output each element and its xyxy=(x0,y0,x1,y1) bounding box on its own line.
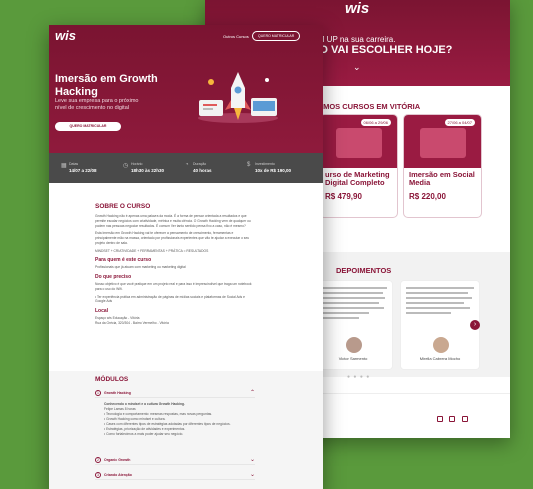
testimonial-text-lines xyxy=(406,287,474,314)
audience-text: Profissionais que já atuam com marketing… xyxy=(95,265,186,270)
module-item[interactable]: 1 Growth Hacking ⌃ xyxy=(95,389,255,398)
back-logo[interactable]: wis xyxy=(345,0,369,17)
course-title: Imersão em Social Media xyxy=(409,170,475,188)
nav-link-outros-cursos[interactable]: Outros Cursos xyxy=(223,34,249,39)
carousel-dots[interactable]: ● ● ● ● xyxy=(347,374,370,380)
hero-title: Imersão em Growth Hacking xyxy=(55,73,158,98)
timer-icon: ◔ xyxy=(185,162,189,168)
testimonial-name: Victor Sarmento xyxy=(338,356,368,361)
calendar-icon: ▦ xyxy=(61,163,67,169)
module-detail-line: • Cases com diferentes tipos de estratég… xyxy=(104,421,231,426)
location-title: Local xyxy=(95,308,109,315)
audience-title: Para quem é este curso xyxy=(95,257,152,264)
stat-duration: ◔ Duração 40 horas xyxy=(185,162,212,173)
chevron-down-icon[interactable]: ⌄ xyxy=(250,456,255,463)
avatar xyxy=(346,337,362,353)
course-card[interactable]: 06/06 a 29/06 urso de Marketing Digital … xyxy=(319,114,398,218)
stat-value: 40 horas xyxy=(193,168,212,173)
course-card-image: 27/06 a 04/07 xyxy=(404,115,481,168)
stat-label: Duração xyxy=(193,162,207,166)
testimonial-card: Mirella Cabrera Mocho xyxy=(400,280,480,370)
course-card[interactable]: 27/06 a 04/07 Imersão em Social Media R$… xyxy=(403,114,482,218)
modules-title: MÓDULOS xyxy=(95,376,129,383)
rocket-illustration-icon xyxy=(198,72,278,123)
course-title: urso de Marketing Digital Completo xyxy=(325,170,390,188)
avatar xyxy=(433,337,449,353)
instagram-icon[interactable] xyxy=(449,416,455,422)
hero-enroll-button[interactable]: QUERO MATRICULAR xyxy=(55,122,121,131)
linkedin-icon[interactable] xyxy=(462,416,468,422)
about-title: SOBRE O CURSO xyxy=(95,203,151,210)
module-number: 3 xyxy=(95,472,101,478)
stat-value: 10x de R$ 190,00 xyxy=(255,168,292,173)
testimonial-card: Victor Sarmento xyxy=(313,280,393,370)
testimonial-name: Mirella Cabrera Mocho xyxy=(419,356,461,361)
chevron-down-icon[interactable]: ⌄ xyxy=(250,471,255,478)
about-paragraph: Growth Hacking não é apenas uma palavra … xyxy=(95,214,251,228)
module-item[interactable]: 3 Criando Atenção ⌄ xyxy=(95,471,255,480)
module-number: 2 xyxy=(95,457,101,463)
requirements-title: Do que preciso xyxy=(95,274,132,281)
testimonial-text xyxy=(314,281,392,335)
testimonial-text-lines xyxy=(319,287,387,319)
requirements-item: • Ter experiência prática em administraç… xyxy=(95,294,245,304)
stat-schedule: ◷ Horário 18h30 às 22h30 xyxy=(123,162,165,173)
module-name: Growth Hacking xyxy=(104,391,131,395)
course-stats-bar: ▦ Datas 14/07 a 22/08 ◷ Horário 18h30 às… xyxy=(49,153,323,183)
courses-section-title: IMOS CURSOS EM VITÓRIA xyxy=(321,102,421,111)
next-arrow-button[interactable]: › xyxy=(470,320,480,330)
hero-subtitle: Leve sua empresa para o próximo nível de… xyxy=(55,98,139,111)
stat-investment: $ Investimento 10x de R$ 190,00 xyxy=(247,162,292,173)
module-name: Criando Atenção xyxy=(104,473,132,477)
course-about: SOBRE O CURSO Growth Hacking não é apena… xyxy=(95,203,255,329)
hero-section: wis Outros Cursos QUERO MATRICULAR Imers… xyxy=(49,25,323,153)
testimonials-title: DEPOIMENTOS xyxy=(336,266,392,275)
nav-enroll-button[interactable]: QUERO MATRICULAR xyxy=(252,31,301,41)
stat-label: Datas xyxy=(69,162,79,166)
facebook-icon[interactable] xyxy=(437,416,443,422)
course-price: R$ 479,90 xyxy=(325,191,362,201)
stat-label: Horário xyxy=(131,162,143,166)
money-icon: $ xyxy=(247,162,251,168)
chevron-up-icon[interactable]: ⌃ xyxy=(250,389,255,396)
social-media-illustration-icon xyxy=(420,128,466,158)
module-number: 1 xyxy=(95,390,101,396)
testimonial-text xyxy=(401,281,479,335)
back-hero-tag: UM UP na sua carreira. xyxy=(312,35,396,44)
course-date-badge: 06/06 a 29/06 xyxy=(360,119,391,126)
module-name: Organic Growth xyxy=(104,458,131,462)
front-page: wis Outros Cursos QUERO MATRICULAR Imers… xyxy=(49,25,323,489)
location-address: Rua da Grécia, 320/304 - Bairro Vermelho… xyxy=(95,320,169,325)
course-price: R$ 220,00 xyxy=(409,191,446,201)
logo[interactable]: wis xyxy=(55,28,76,43)
stat-label: Investimento xyxy=(255,162,275,166)
about-formula: MINDSET + CRIATIVIDADE + FERRAMENTAS + P… xyxy=(95,248,209,253)
module-detail-line: • Como fortalecimos a mais poder ajudar … xyxy=(104,431,184,436)
marketing-illustration-icon xyxy=(336,128,382,158)
course-card-image: 06/06 a 29/06 xyxy=(320,115,397,168)
module-item[interactable]: 2 Organic Growth ⌄ xyxy=(95,456,255,465)
stat-value: 18h30 às 22h30 xyxy=(131,168,165,173)
about-paragraph: Esta Imersão em Growth Hacking vai te of… xyxy=(95,231,250,245)
stat-dates: ▦ Datas 14/07 a 22/08 xyxy=(61,162,97,173)
course-date-badge: 27/06 a 04/07 xyxy=(444,119,475,126)
back-hero-title: SO VAI ESCOLHER HOJE? xyxy=(312,44,453,56)
requirements-text: Nosso objetivo é que você pratique em um… xyxy=(95,282,252,291)
clock-icon: ◷ xyxy=(123,163,129,169)
chevron-down-icon[interactable]: ⌄ xyxy=(353,62,361,73)
module-details: Conhecendo o mindset e a cultura Growth … xyxy=(104,402,244,437)
stat-value: 14/07 a 22/08 xyxy=(69,168,97,173)
